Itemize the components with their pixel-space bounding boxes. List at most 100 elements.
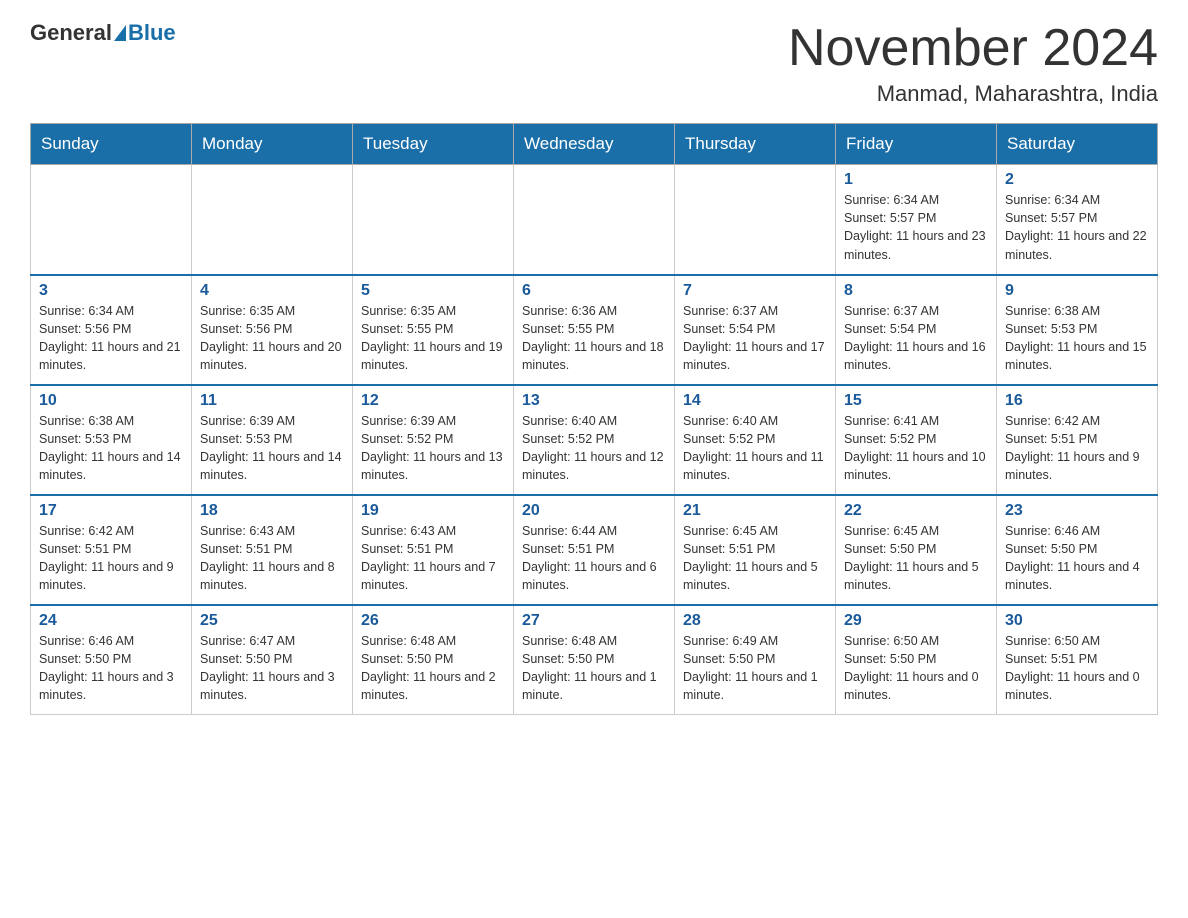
day-number: 22: [844, 502, 988, 520]
logo-blue-text: Blue: [128, 20, 176, 46]
table-row: 15 Sunrise: 6:41 AMSunset: 5:52 PMDayligh…: [836, 385, 997, 495]
table-row: [514, 165, 675, 275]
table-row: 12Sunrise: 6:39 AMSunset: 5:52 PMDayligh…: [353, 385, 514, 495]
day-info: Sunrise: 6:45 AMSunset: 5:50 PMDaylight:…: [844, 522, 988, 595]
day-number: 10: [39, 392, 183, 410]
day-info: Sunrise: 6:42 AMSunset: 5:51 PMDaylight:…: [39, 522, 183, 595]
table-row: 2 Sunrise: 6:34 AMSunset: 5:57 PMDaylight…: [997, 165, 1158, 275]
day-number: 12: [361, 392, 505, 410]
day-number: 2: [1005, 171, 1149, 189]
day-number: 11: [200, 392, 344, 410]
table-row: 7 Sunrise: 6:37 AMSunset: 5:54 PMDaylight…: [675, 275, 836, 385]
day-info: Sunrise: 6:44 AMSunset: 5:51 PMDaylight:…: [522, 522, 666, 595]
day-number: 1: [844, 171, 988, 189]
logo: General Blue: [30, 20, 176, 46]
page-header: General Blue November 2024 Manmad, Mahar…: [30, 20, 1158, 107]
day-number: 4: [200, 282, 344, 300]
col-monday: Monday: [192, 124, 353, 165]
table-row: 24 Sunrise: 6:46 AMSunset: 5:50 PMDayligh…: [31, 605, 192, 715]
table-row: 29 Sunrise: 6:50 AMSunset: 5:50 PMDayligh…: [836, 605, 997, 715]
table-row: 9Sunrise: 6:38 AMSunset: 5:53 PMDaylight…: [997, 275, 1158, 385]
day-info: Sunrise: 6:34 AMSunset: 5:56 PMDaylight:…: [39, 302, 183, 375]
day-number: 19: [361, 502, 505, 520]
logo-general-text: General: [30, 20, 112, 46]
day-number: 16: [1005, 392, 1149, 410]
title-area: November 2024 Manmad, Maharashtra, India: [788, 20, 1158, 107]
col-saturday: Saturday: [997, 124, 1158, 165]
location-text: Manmad, Maharashtra, India: [788, 81, 1158, 107]
day-number: 25: [200, 612, 344, 630]
table-row: 11 Sunrise: 6:39 AMSunset: 5:53 PMDayligh…: [192, 385, 353, 495]
day-number: 29: [844, 612, 988, 630]
day-info: Sunrise: 6:48 AMSunset: 5:50 PMDaylight:…: [522, 632, 666, 705]
day-info: Sunrise: 6:34 AMSunset: 5:57 PMDaylight:…: [1005, 191, 1149, 264]
table-row: 19 Sunrise: 6:43 AMSunset: 5:51 PMDayligh…: [353, 495, 514, 605]
logo-area: General Blue: [30, 20, 176, 46]
month-title: November 2024: [788, 20, 1158, 77]
table-row: 6 Sunrise: 6:36 AMSunset: 5:55 PMDaylight…: [514, 275, 675, 385]
day-info: Sunrise: 6:50 AMSunset: 5:50 PMDaylight:…: [844, 632, 988, 705]
table-row: [192, 165, 353, 275]
col-friday: Friday: [836, 124, 997, 165]
table-row: 14 Sunrise: 6:40 AMSunset: 5:52 PMDayligh…: [675, 385, 836, 495]
day-number: 27: [522, 612, 666, 630]
day-number: 6: [522, 282, 666, 300]
day-info: Sunrise: 6:41 AMSunset: 5:52 PMDaylight:…: [844, 412, 988, 485]
day-number: 30: [1005, 612, 1149, 630]
table-row: 5 Sunrise: 6:35 AMSunset: 5:55 PMDaylight…: [353, 275, 514, 385]
day-info: Sunrise: 6:38 AMSunset: 5:53 PMDaylight:…: [39, 412, 183, 485]
day-number: 23: [1005, 502, 1149, 520]
day-number: 28: [683, 612, 827, 630]
day-info: Sunrise: 6:42 AMSunset: 5:51 PMDaylight:…: [1005, 412, 1149, 485]
day-number: 5: [361, 282, 505, 300]
day-info: Sunrise: 6:40 AMSunset: 5:52 PMDaylight:…: [683, 412, 827, 485]
table-row: 16 Sunrise: 6:42 AMSunset: 5:51 PMDayligh…: [997, 385, 1158, 495]
table-row: 3 Sunrise: 6:34 AMSunset: 5:56 PMDaylight…: [31, 275, 192, 385]
table-row: 18Sunrise: 6:43 AMSunset: 5:51 PMDayligh…: [192, 495, 353, 605]
table-row: [675, 165, 836, 275]
calendar-week-row: 17 Sunrise: 6:42 AMSunset: 5:51 PMDayligh…: [31, 495, 1158, 605]
table-row: 21Sunrise: 6:45 AMSunset: 5:51 PMDayligh…: [675, 495, 836, 605]
day-number: 7: [683, 282, 827, 300]
logo-arrow-icon: [114, 25, 126, 41]
calendar-week-row: 10 Sunrise: 6:38 AMSunset: 5:53 PMDayligh…: [31, 385, 1158, 495]
calendar-week-row: 1 Sunrise: 6:34 AMSunset: 5:57 PMDaylight…: [31, 165, 1158, 275]
col-tuesday: Tuesday: [353, 124, 514, 165]
day-number: 14: [683, 392, 827, 410]
table-row: 28Sunrise: 6:49 AMSunset: 5:50 PMDayligh…: [675, 605, 836, 715]
day-number: 21: [683, 502, 827, 520]
day-number: 18: [200, 502, 344, 520]
day-number: 9: [1005, 282, 1149, 300]
table-row: 8 Sunrise: 6:37 AMSunset: 5:54 PMDaylight…: [836, 275, 997, 385]
col-wednesday: Wednesday: [514, 124, 675, 165]
table-row: 20 Sunrise: 6:44 AMSunset: 5:51 PMDayligh…: [514, 495, 675, 605]
day-number: 15: [844, 392, 988, 410]
day-info: Sunrise: 6:35 AMSunset: 5:55 PMDaylight:…: [361, 302, 505, 375]
table-row: [353, 165, 514, 275]
table-row: 13Sunrise: 6:40 AMSunset: 5:52 PMDayligh…: [514, 385, 675, 495]
day-number: 20: [522, 502, 666, 520]
day-info: Sunrise: 6:34 AMSunset: 5:57 PMDaylight:…: [844, 191, 988, 264]
day-number: 17: [39, 502, 183, 520]
table-row: 17 Sunrise: 6:42 AMSunset: 5:51 PMDayligh…: [31, 495, 192, 605]
day-number: 3: [39, 282, 183, 300]
table-row: 4 Sunrise: 6:35 AMSunset: 5:56 PMDaylight…: [192, 275, 353, 385]
day-info: Sunrise: 6:48 AMSunset: 5:50 PMDaylight:…: [361, 632, 505, 705]
day-info: Sunrise: 6:43 AMSunset: 5:51 PMDaylight:…: [361, 522, 505, 595]
day-info: Sunrise: 6:35 AMSunset: 5:56 PMDaylight:…: [200, 302, 344, 375]
day-info: Sunrise: 6:46 AMSunset: 5:50 PMDaylight:…: [39, 632, 183, 705]
day-info: Sunrise: 6:39 AMSunset: 5:53 PMDaylight:…: [200, 412, 344, 485]
table-row: [31, 165, 192, 275]
day-number: 24: [39, 612, 183, 630]
calendar-header-row: Sunday Monday Tuesday Wednesday Thursday…: [31, 124, 1158, 165]
day-info: Sunrise: 6:47 AMSunset: 5:50 PMDaylight:…: [200, 632, 344, 705]
day-info: Sunrise: 6:37 AMSunset: 5:54 PMDaylight:…: [683, 302, 827, 375]
day-number: 8: [844, 282, 988, 300]
col-thursday: Thursday: [675, 124, 836, 165]
table-row: 27 Sunrise: 6:48 AMSunset: 5:50 PMDayligh…: [514, 605, 675, 715]
day-info: Sunrise: 6:37 AMSunset: 5:54 PMDaylight:…: [844, 302, 988, 375]
day-info: Sunrise: 6:36 AMSunset: 5:55 PMDaylight:…: [522, 302, 666, 375]
calendar-week-row: 24 Sunrise: 6:46 AMSunset: 5:50 PMDayligh…: [31, 605, 1158, 715]
table-row: 1 Sunrise: 6:34 AMSunset: 5:57 PMDaylight…: [836, 165, 997, 275]
calendar-table: Sunday Monday Tuesday Wednesday Thursday…: [30, 123, 1158, 715]
